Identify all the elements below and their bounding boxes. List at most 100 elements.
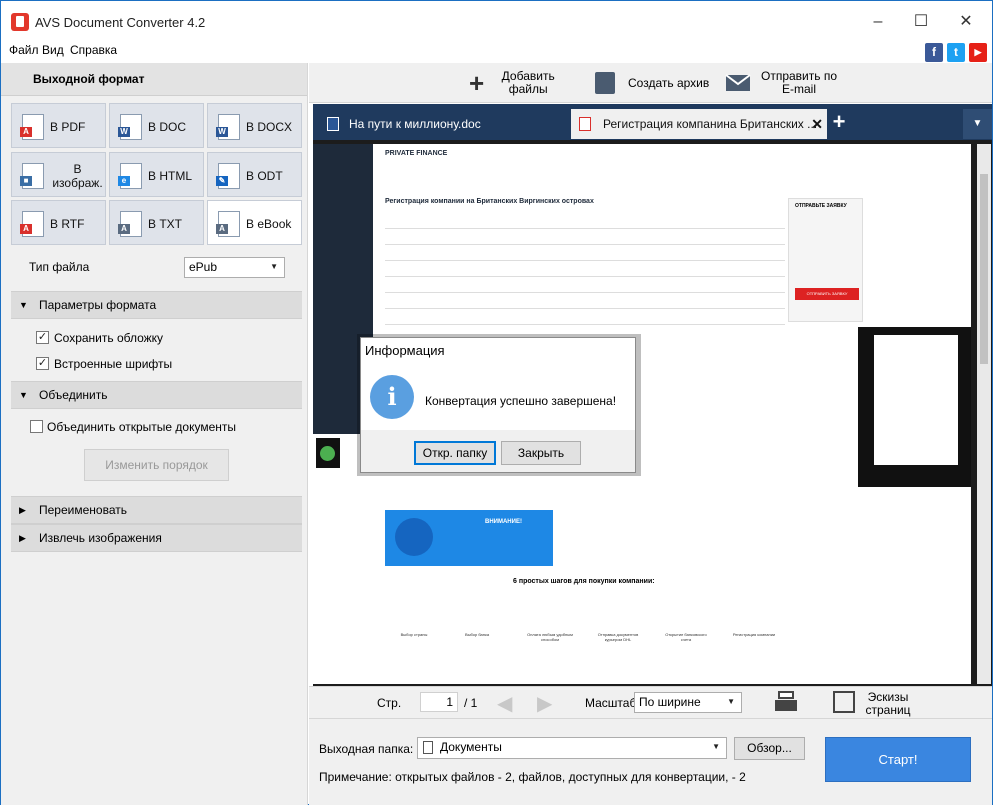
rename-section[interactable]: ▶ Переименовать bbox=[11, 496, 302, 524]
preview-form: ОТПРАВЬТЕ ЗАЯВКУ ОТПРАВИТЬ ЗАЯВКУ bbox=[788, 198, 863, 322]
title-bar: AVS Document Converter 4.2 – ☐ ✕ bbox=[1, 1, 992, 43]
preview-form-title: ОТПРАВЬТЕ ЗАЯВКУ bbox=[795, 203, 847, 209]
merge-section[interactable]: ▼ Объединить bbox=[11, 381, 302, 409]
pdf-icon: A bbox=[20, 114, 44, 140]
preview-steps-title: 6 простых шагов для покупки компании: bbox=[513, 578, 655, 585]
preview-form-button: ОТПРАВИТЬ ЗАЯВКУ bbox=[795, 288, 859, 300]
status-note: Примечание: открытых файлов - 2, файлов,… bbox=[319, 770, 746, 784]
odt-icon: ✎ bbox=[216, 163, 240, 189]
close-tab-icon[interactable]: ✕ bbox=[811, 109, 823, 139]
twitter-icon[interactable]: t bbox=[947, 43, 965, 62]
send-email-label: Отправить по E-mail bbox=[761, 69, 838, 96]
send-email-button[interactable]: Отправить по E-mail bbox=[725, 63, 837, 103]
browse-button[interactable]: Обзор... bbox=[734, 737, 805, 760]
create-archive-label: Создать архив bbox=[628, 75, 710, 90]
thumbnails-label[interactable]: Эскизы страниц bbox=[865, 691, 911, 717]
output-folder-select[interactable]: Документы ▼ bbox=[417, 737, 727, 759]
prev-page-icon[interactable]: ◀ bbox=[497, 691, 512, 716]
section-title: Переименовать bbox=[39, 503, 127, 517]
chevron-down-icon: ▼ bbox=[727, 697, 735, 706]
format-label: В PDF bbox=[50, 119, 86, 134]
dialog-footer: Откр. папку Закрыть bbox=[361, 430, 635, 472]
facebook-icon[interactable]: f bbox=[925, 43, 943, 62]
extract-images-section[interactable]: ▶ Извлечь изображения bbox=[11, 524, 302, 552]
format-label: В DOCX bbox=[246, 119, 293, 134]
archive-icon bbox=[595, 72, 615, 94]
document-tabs: На пути к миллиону.doc Регистрация компа… bbox=[313, 104, 992, 140]
format-docx-button[interactable]: W В DOCX bbox=[207, 103, 302, 148]
format-label: В eBook bbox=[246, 216, 292, 231]
txt-icon: A bbox=[118, 211, 142, 237]
next-page-icon[interactable]: ▶ bbox=[537, 691, 552, 716]
page-number-input[interactable]: 1 bbox=[420, 692, 458, 712]
file-type-label: Тип файла bbox=[29, 260, 90, 274]
maximize-button[interactable]: ☐ bbox=[906, 9, 936, 35]
embed-fonts-checkbox[interactable]: ✓ bbox=[36, 357, 49, 370]
chevron-down-icon: ▼ bbox=[270, 262, 278, 271]
close-dialog-button[interactable]: Закрыть bbox=[501, 441, 581, 465]
format-rtf-button[interactable]: A В RTF bbox=[11, 200, 106, 245]
file-type-select[interactable]: ePub ▼ bbox=[184, 257, 285, 278]
add-tab-button[interactable]: + bbox=[828, 109, 850, 135]
format-pdf-button[interactable]: A В PDF bbox=[11, 103, 106, 148]
menu-file[interactable]: Файл bbox=[9, 43, 39, 57]
merge-open-docs-checkbox[interactable] bbox=[30, 420, 43, 433]
html-icon: e bbox=[118, 163, 142, 189]
info-dialog: Информация i Конвертация успешно заверше… bbox=[360, 337, 636, 473]
step-label: Открытие банковского счета bbox=[665, 632, 707, 642]
email-icon bbox=[725, 74, 751, 91]
tab-doc[interactable]: На пути к миллиону.doc bbox=[317, 109, 569, 139]
close-window-button[interactable]: ✕ bbox=[951, 9, 981, 35]
create-archive-button[interactable]: Создать архив bbox=[595, 63, 709, 103]
menu-help[interactable]: Справка bbox=[70, 43, 117, 57]
format-html-button[interactable]: e В HTML bbox=[109, 152, 204, 197]
format-txt-button[interactable]: A В TXT bbox=[109, 200, 204, 245]
tabs-dropdown-button[interactable]: ▼ bbox=[963, 109, 992, 139]
keep-cover-label: Сохранить обложку bbox=[54, 331, 164, 345]
menu-view[interactable]: Вид bbox=[42, 43, 64, 57]
print-icon[interactable] bbox=[775, 691, 799, 715]
format-image-button[interactable]: ■ В изображ. bbox=[11, 152, 106, 197]
add-files-button[interactable]: + Добавить файлы bbox=[469, 63, 558, 103]
output-folder-label: Выходная папка: bbox=[319, 742, 414, 756]
dialog-message: Конвертация успешно завершена! bbox=[425, 394, 617, 408]
preview-steps: Выбор страны Выбор банка Оплата любым уд… bbox=[385, 596, 785, 656]
format-params-section[interactable]: ▼ Параметры формата bbox=[11, 291, 302, 319]
format-label: В DOC bbox=[148, 119, 187, 134]
left-panel: Выходной формат A В PDF W В DOC W В DOCX… bbox=[1, 63, 308, 805]
zoom-select[interactable]: По ширине ▼ bbox=[634, 692, 742, 713]
step-label: Выбор страны bbox=[400, 632, 428, 637]
preview-scrollbar[interactable] bbox=[977, 144, 991, 684]
page-total: / 1 bbox=[464, 696, 478, 710]
dialog-title: Информация bbox=[365, 343, 445, 358]
tab-label: Регистрация компанина Британских ... bbox=[603, 117, 818, 131]
preview-ad-card bbox=[874, 335, 958, 465]
doc-icon: W bbox=[118, 114, 142, 140]
format-label: В изображ. bbox=[52, 161, 103, 190]
keep-cover-checkbox[interactable]: ✓ bbox=[36, 331, 49, 344]
format-odt-button[interactable]: ✎ В ODT bbox=[207, 152, 302, 197]
preview-ad-overlay bbox=[858, 327, 971, 487]
chevron-down-icon: ▼ bbox=[712, 742, 720, 751]
format-doc-button[interactable]: W В DOC bbox=[109, 103, 204, 148]
youtube-icon[interactable]: ▶ bbox=[969, 43, 987, 62]
tab-pdf[interactable]: Регистрация компанина Британских ... ✕ bbox=[571, 109, 827, 139]
preview-heading: Регистрация компании на Британских Вирги… bbox=[385, 198, 594, 205]
thumbnails-icon[interactable] bbox=[833, 691, 855, 713]
image-icon: ■ bbox=[20, 163, 44, 189]
output-folder-value: Документы bbox=[440, 740, 502, 754]
step-label: Оплата любым удобным способом bbox=[527, 632, 573, 642]
minimize-button[interactable]: – bbox=[863, 9, 893, 35]
document-icon bbox=[423, 741, 433, 754]
bottom-panel: Выходная папка: Документы ▼ Обзор... Ста… bbox=[309, 718, 992, 805]
start-button[interactable]: Старт! bbox=[825, 737, 971, 782]
open-folder-button[interactable]: Откр. папку bbox=[414, 441, 496, 465]
plus-icon: + bbox=[469, 67, 485, 98]
chevron-right-icon: ▶ bbox=[19, 533, 26, 543]
change-order-button[interactable]: Изменить порядок bbox=[84, 449, 229, 481]
step-label: Выбор банка bbox=[464, 632, 490, 637]
format-ebook-button[interactable]: A В eBook bbox=[207, 200, 302, 245]
format-label: В ODT bbox=[246, 168, 283, 183]
section-title: Параметры формата bbox=[39, 298, 157, 312]
merge-open-docs-label: Объединить открытые документы bbox=[47, 420, 237, 434]
